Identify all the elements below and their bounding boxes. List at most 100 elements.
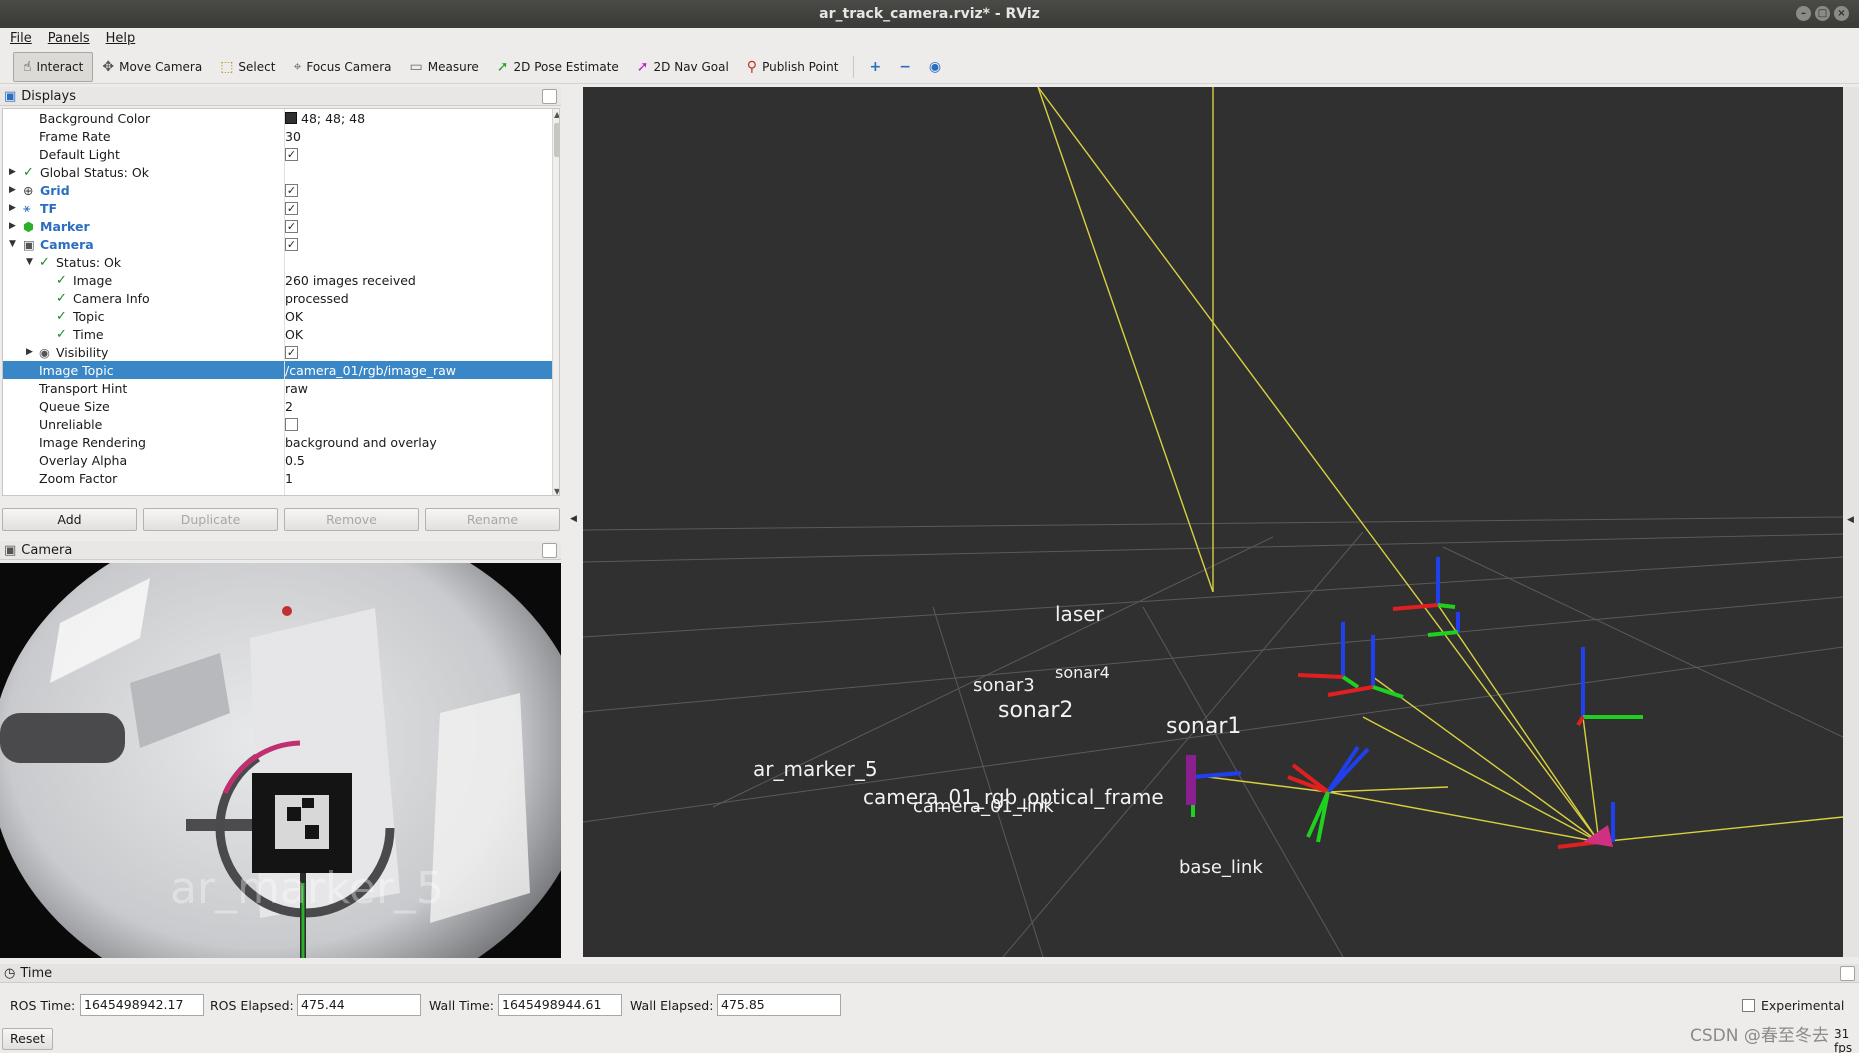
display-row[interactable]: ▶ ⬢ Marker ✓	[3, 217, 559, 235]
display-enable-checkbox[interactable]: ✓	[285, 237, 298, 251]
menu-panels[interactable]: Panels	[48, 31, 90, 46]
collapse-arrow-icon[interactable]: ▼	[9, 239, 16, 249]
panel-close-icon[interactable]	[542, 89, 557, 104]
publish-point-tool-button[interactable]: ⚲ Publish Point	[738, 52, 848, 82]
minimize-icon[interactable]: –	[1796, 6, 1811, 21]
display-enable-checkbox[interactable]: ✓	[285, 201, 298, 215]
display-row[interactable]: Image Topic/camera_01/rgb/image_raw	[3, 361, 559, 379]
scroll-down-icon[interactable]: ▼	[554, 487, 559, 495]
display-row[interactable]: ▶ ✓ Global Status: Ok	[3, 163, 559, 181]
camera-panel-title: Camera	[21, 542, 73, 558]
add-button[interactable]: Add	[2, 508, 137, 531]
camera-image-view[interactable]: ar_marker_5	[0, 563, 561, 958]
display-row-label: Transport Hint	[39, 380, 128, 396]
display-enable-checkbox[interactable]	[285, 417, 298, 431]
display-row[interactable]: Unreliable	[3, 415, 559, 433]
measure-tool-button[interactable]: ▭ Measure	[401, 52, 488, 82]
expand-arrow-icon[interactable]: ▶	[26, 347, 33, 357]
display-value-text: 48; 48; 48	[301, 110, 366, 126]
move-camera-tool-button[interactable]: ✥ Move Camera	[93, 52, 211, 82]
displays-scrollbar[interactable]: ▲ ▼	[552, 109, 559, 495]
add-tool-button[interactable]: +	[860, 52, 890, 82]
expand-arrow-icon[interactable]: ▶	[9, 167, 16, 177]
display-row[interactable]: ▼ ▣ Camera ✓	[3, 235, 559, 253]
menu-help[interactable]: Help	[106, 31, 136, 46]
display-row-value[interactable]: raw	[282, 379, 308, 397]
display-enable-checkbox[interactable]: ✓	[285, 219, 298, 233]
reset-button[interactable]: Reset	[2, 1028, 53, 1050]
collapse-arrow-icon[interactable]: ▼	[26, 257, 33, 267]
display-enable-checkbox[interactable]: ✓	[285, 345, 298, 359]
display-row-value[interactable]: processed	[282, 289, 349, 307]
panel-close-icon[interactable]	[1840, 966, 1855, 981]
wall-elapsed-field[interactable]: 475.85	[717, 994, 841, 1016]
display-value-text: 0.5	[285, 452, 305, 468]
display-value-text: 1	[285, 470, 293, 486]
display-row[interactable]: Frame Rate 30	[3, 127, 559, 145]
remove-tool-button[interactable]: −	[890, 52, 920, 82]
scroll-up-icon[interactable]: ▲	[554, 110, 559, 119]
label-sonar4: sonar4	[1055, 663, 1110, 682]
select-tool-button[interactable]: ⬚ Select	[211, 52, 284, 82]
display-row-value[interactable]: /camera_01/rgb/image_raw	[282, 361, 456, 379]
display-row[interactable]: ▶ ⚹ TF ✓	[3, 199, 559, 217]
display-row-value[interactable]: OK	[282, 325, 303, 343]
display-row[interactable]: Default Light ✓	[3, 145, 559, 163]
panel-close-icon[interactable]	[542, 543, 557, 558]
nav-goal-tool-button[interactable]: ➚ 2D Nav Goal	[628, 52, 738, 82]
collapse-left-icon[interactable]: ◀	[570, 514, 577, 524]
panel-splitter[interactable]: ◀	[566, 86, 582, 956]
display-row[interactable]: ✓ Time OK	[3, 325, 559, 343]
duplicate-button[interactable]: Duplicate	[143, 508, 278, 531]
display-row[interactable]: Zoom Factor 1	[3, 469, 559, 487]
display-row-label: Image Topic	[39, 362, 114, 378]
remove-button[interactable]: Remove	[284, 508, 419, 531]
display-row[interactable]: ✓ Image 260 images received	[3, 271, 559, 289]
render-side-bar[interactable]: ◀	[1843, 87, 1859, 957]
wall-time-field[interactable]: 1645498944.61	[498, 994, 622, 1016]
collapse-right-icon[interactable]: ◀	[1847, 515, 1854, 525]
display-row[interactable]: ▶ ⊕ Grid ✓	[3, 181, 559, 199]
display-enable-checkbox[interactable]: ✓	[285, 147, 298, 161]
display-row[interactable]: Image Rendering background and overlay	[3, 433, 559, 451]
ros-elapsed-field[interactable]: 475.44	[297, 994, 421, 1016]
display-row[interactable]: Overlay Alpha 0.5	[3, 451, 559, 469]
color-swatch[interactable]	[285, 112, 297, 124]
rename-button[interactable]: Rename	[425, 508, 560, 531]
expand-arrow-icon[interactable]: ▶	[9, 203, 16, 213]
interact-tool-button[interactable]: ☝ Interact	[13, 51, 94, 82]
focus-camera-tool-button[interactable]: ⌖ Focus Camera	[284, 52, 400, 82]
display-row-value[interactable]: OK	[282, 307, 303, 325]
experimental-checkbox[interactable]	[1742, 999, 1755, 1012]
display-row-value[interactable]: 48; 48; 48	[282, 109, 365, 127]
display-row[interactable]: Transport Hint raw	[3, 379, 559, 397]
ros-time-field[interactable]: 1645498942.17	[80, 994, 204, 1016]
expand-arrow-icon[interactable]: ▶	[9, 185, 16, 195]
monitor-icon: ▣	[4, 88, 17, 104]
display-row-value[interactable]: 260 images received	[282, 271, 416, 289]
maximize-icon[interactable]: □	[1815, 6, 1830, 21]
display-enable-checkbox[interactable]: ✓	[285, 183, 298, 197]
display-row[interactable]: ▶ ◉ Visibility ✓	[3, 343, 559, 361]
display-row-name: Image Rendering	[3, 433, 282, 451]
display-row-value[interactable]: 0.5	[282, 451, 305, 469]
display-row[interactable]: ✓ Topic OK	[3, 307, 559, 325]
display-row-name: Frame Rate	[3, 127, 282, 145]
map-pin-icon: ⚲	[746, 58, 758, 75]
display-row-name: ✓ Camera Info	[3, 289, 282, 307]
display-row[interactable]: ✓ Camera Info processed	[3, 289, 559, 307]
expand-arrow-icon[interactable]: ▶	[9, 221, 16, 231]
view-options-button[interactable]: ◉	[920, 52, 950, 82]
experimental-option[interactable]: Experimental	[1742, 998, 1844, 1013]
display-row-label: Visibility	[56, 344, 109, 360]
render-3d-view[interactable]: laser sonar4 sonar3 sonar2 sonar1 ar_mar…	[583, 87, 1843, 957]
scrollbar-thumb[interactable]	[554, 123, 559, 157]
pose-estimate-tool-button[interactable]: ➚ 2D Pose Estimate	[488, 52, 628, 82]
display-row[interactable]: Background Color 48; 48; 48	[3, 109, 559, 127]
display-row-value[interactable]: background and overlay	[282, 433, 437, 451]
tool-label: Select	[238, 59, 276, 74]
menu-file[interactable]: File	[10, 31, 32, 46]
display-row[interactable]: ▼ ✓ Status: Ok	[3, 253, 559, 271]
display-row[interactable]: Queue Size 2	[3, 397, 559, 415]
close-icon[interactable]: ×	[1834, 6, 1849, 21]
